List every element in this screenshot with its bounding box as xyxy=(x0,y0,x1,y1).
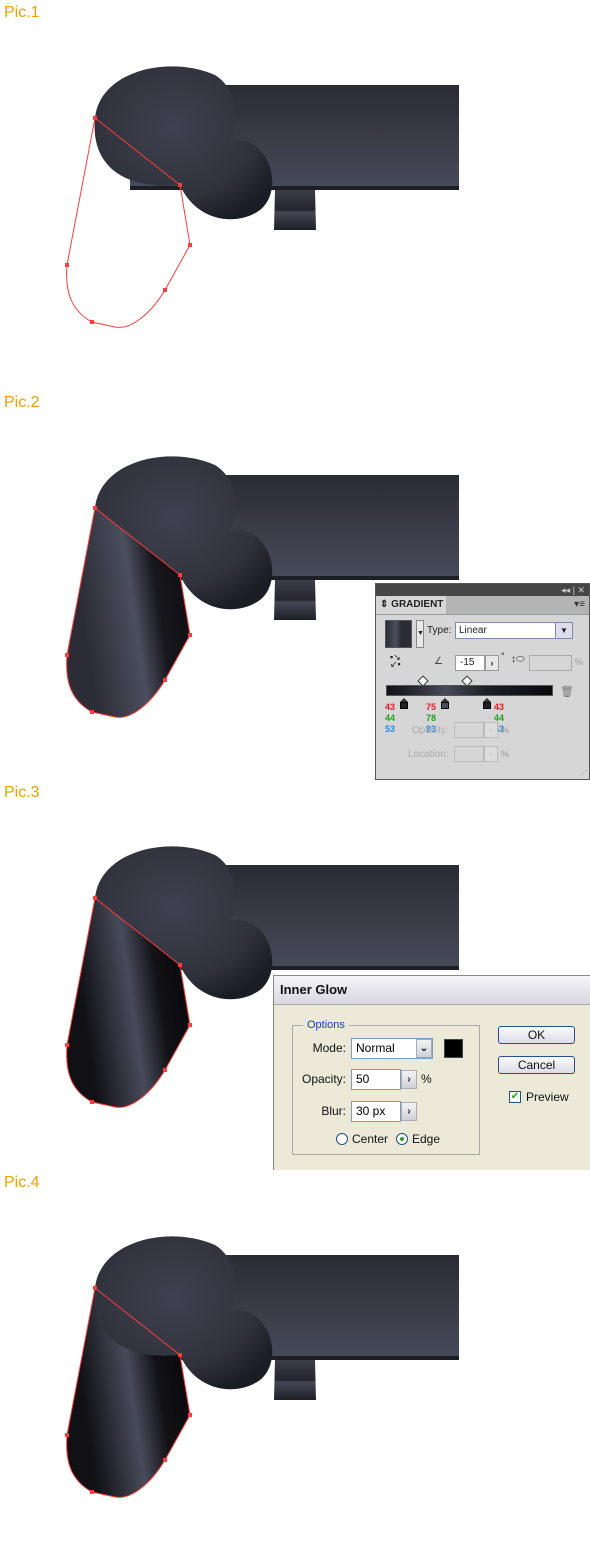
reverse-gradient-icon[interactable]: ▪↘ ↙▪ xyxy=(390,653,406,669)
gradient-stop[interactable] xyxy=(441,698,449,709)
stop-3-r: 43 xyxy=(494,702,505,712)
preview-checkbox[interactable]: ✔ xyxy=(509,1091,521,1103)
type-label: Type: xyxy=(427,625,452,636)
stop-1-g: 44 xyxy=(385,713,396,723)
opacity-unit: % xyxy=(421,1072,432,1086)
aspect-ratio-icon: ↕⬭ xyxy=(511,654,525,665)
dialog-title: Inner Glow xyxy=(274,976,590,1005)
location-input[interactable] xyxy=(454,746,484,762)
stop-1-b: 53 xyxy=(385,724,396,734)
stop-1-r: 43 xyxy=(385,702,396,712)
ok-button[interactable]: OK xyxy=(498,1026,575,1044)
collapse-close-icon[interactable]: ◂◂ | ✕ xyxy=(561,584,585,596)
gradient-slider[interactable] xyxy=(386,685,553,696)
opacity-dropdown-button[interactable]: › xyxy=(484,722,498,738)
angle-dropdown-button[interactable]: › xyxy=(485,655,499,671)
options-legend: Options xyxy=(303,1019,349,1031)
preview-label: Preview xyxy=(526,1090,569,1104)
resize-grip-icon[interactable]: ⋰ xyxy=(580,769,587,777)
opacity-label: Opacity: xyxy=(412,725,449,736)
opacity-slider-button[interactable]: › xyxy=(401,1070,417,1089)
panel-titlebar[interactable]: ◂◂ | ✕ xyxy=(376,584,589,596)
opacity-label: Opacity: xyxy=(301,1072,346,1086)
location-label: Location: xyxy=(408,749,449,760)
swatch-dropdown-icon[interactable]: ▼ xyxy=(416,620,424,648)
controller-artwork xyxy=(65,1236,459,1498)
pic-4-section: Pic.4 xyxy=(0,1170,590,1560)
mode-value: Normal xyxy=(356,1041,395,1055)
gradient-stop[interactable] xyxy=(400,698,408,709)
foot-shape xyxy=(274,190,316,230)
mode-label: Mode: xyxy=(312,1041,346,1055)
opacity-input[interactable]: 50 xyxy=(351,1069,401,1090)
opacity-input[interactable] xyxy=(454,722,484,738)
edge-label: Edge xyxy=(412,1132,441,1146)
opacity-pct: % xyxy=(501,725,510,735)
panel-menu-icon[interactable]: ▾≡ xyxy=(574,599,585,610)
stop-2-r: 75 xyxy=(426,702,437,712)
type-value: Linear xyxy=(459,625,487,636)
mode-select[interactable]: Normal ⌄ xyxy=(351,1038,433,1059)
blur-input[interactable]: 30 px xyxy=(351,1101,401,1122)
aspect-pct: % xyxy=(575,657,584,667)
gradient-panel: ◂◂ | ✕ ⇕ GRADIENT ▾≡ ▼ Type: Linear ▼ ▪↘… xyxy=(375,583,590,780)
gradient-stop[interactable] xyxy=(483,698,491,709)
pic-1-section: Pic.1 xyxy=(0,0,590,390)
trash-icon[interactable]: 🗑 xyxy=(560,685,574,698)
location-pct: % xyxy=(501,749,510,759)
glow-color-swatch[interactable] xyxy=(444,1039,463,1058)
controller-artwork xyxy=(65,66,459,328)
gradient-swatch[interactable] xyxy=(385,620,412,648)
chevron-down-icon[interactable]: ⌄ xyxy=(416,1039,432,1058)
edge-radio[interactable] xyxy=(396,1133,408,1145)
aspect-ratio-input[interactable] xyxy=(529,655,572,671)
stop-2-g: 78 xyxy=(426,713,437,723)
blur-slider-button[interactable]: › xyxy=(401,1102,417,1121)
cancel-button[interactable]: Cancel xyxy=(498,1056,575,1074)
angle-input[interactable]: -15 xyxy=(455,655,485,671)
location-dropdown-button[interactable]: › xyxy=(484,746,498,762)
degree-symbol: ° xyxy=(501,651,505,661)
center-label: Center xyxy=(352,1132,389,1146)
chevron-down-icon[interactable]: ▼ xyxy=(555,623,572,638)
blur-label: Blur: xyxy=(321,1104,346,1118)
tab-gradient-label: GRADIENT xyxy=(391,599,444,610)
center-radio[interactable] xyxy=(336,1133,348,1145)
inner-glow-dialog: Inner Glow Options Mode: Normal ⌄ Opacit… xyxy=(273,975,590,1170)
type-select[interactable]: Linear ▼ xyxy=(455,622,573,639)
radio-selected-dot xyxy=(400,1137,404,1141)
angle-icon: ∠ xyxy=(434,656,443,667)
tab-gradient[interactable]: ⇕ GRADIENT xyxy=(376,596,446,614)
